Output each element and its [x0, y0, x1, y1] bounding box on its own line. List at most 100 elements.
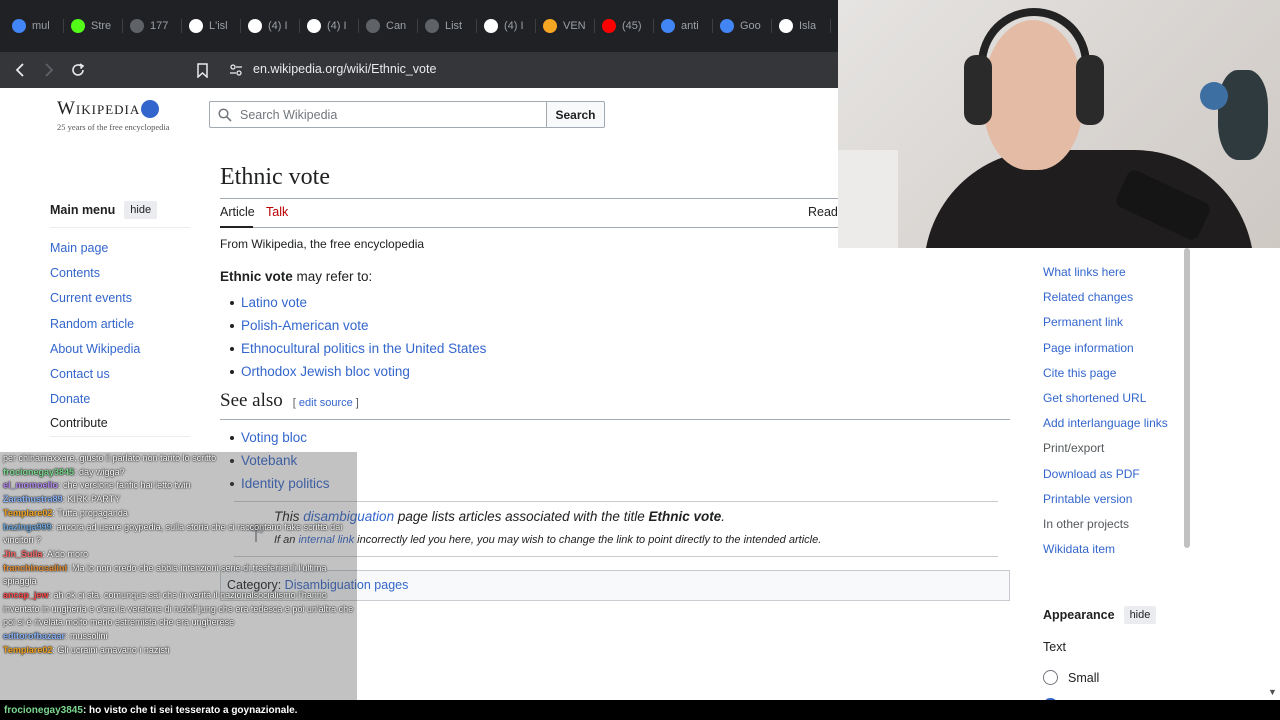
- see-also-link[interactable]: Voting bloc: [226, 426, 1010, 449]
- sun-icon: [543, 19, 557, 33]
- other-project-item[interactable]: Wikidata item: [1043, 537, 1183, 562]
- browser-tab[interactable]: (4) I: [242, 10, 300, 42]
- small-label: Small: [1068, 670, 1100, 685]
- tools-item[interactable]: Cite this page: [1043, 361, 1183, 386]
- browser-tab[interactable]: Goo: [714, 10, 772, 42]
- forward-icon[interactable]: [37, 58, 61, 82]
- other-projects-list: Wikidata item: [1043, 537, 1183, 562]
- chat-message: editorofbazaar: mussolini: [0, 630, 357, 644]
- page-icon: [130, 19, 144, 33]
- tools-item[interactable]: Get shortened URL: [1043, 386, 1183, 411]
- browser-tab[interactable]: (4) I: [301, 10, 359, 42]
- appearance-title: Appearance: [1043, 608, 1115, 622]
- scrollbar-thumb[interactable]: [1184, 248, 1190, 548]
- address-bar[interactable]: en.wikipedia.org/wiki/Ethnic_vote: [253, 62, 436, 76]
- tools-item[interactable]: Page information: [1043, 336, 1183, 361]
- search-button[interactable]: Search: [546, 101, 605, 128]
- translate-icon: [720, 19, 734, 33]
- browser-tab[interactable]: Stre: [65, 10, 123, 42]
- chat-username: frocionegay3845: [3, 466, 75, 477]
- bookmark-icon[interactable]: [193, 58, 211, 82]
- tools-item[interactable]: What links here: [1043, 260, 1183, 285]
- tools-item[interactable]: Related changes: [1043, 285, 1183, 310]
- browser-tab[interactable]: (4) I: [478, 10, 536, 42]
- chat-username: el_momoello: [3, 480, 59, 491]
- chat-username: Templare02: [3, 507, 53, 518]
- google-icon: [661, 19, 675, 33]
- browser-tab[interactable]: mul: [6, 10, 64, 42]
- text-size-small-option[interactable]: Small: [1043, 670, 1183, 685]
- globe-icon: [425, 19, 439, 33]
- tab-read[interactable]: Read: [808, 205, 838, 219]
- browser-nav-bar: en.wikipedia.org/wiki/Ethnic_vote: [0, 52, 838, 88]
- edit-source-link[interactable]: edit source: [299, 397, 353, 409]
- chat-text: : Aldo moro: [42, 548, 89, 559]
- print-item[interactable]: Printable version: [1043, 487, 1183, 512]
- article-link[interactable]: Ethnocultural politics in the United Sta…: [226, 337, 1010, 360]
- x-icon: [307, 19, 321, 33]
- browser-tab[interactable]: List: [419, 10, 477, 42]
- tab-talk[interactable]: Talk: [266, 205, 288, 219]
- intro-bold: Ethnic vote: [220, 269, 293, 284]
- chat-message: Jin_Sulla: Aldo moro: [0, 548, 357, 562]
- tools-menu: What links here Related changes Permanent …: [1043, 260, 1183, 562]
- main-menu-title: Main menu: [50, 203, 116, 217]
- google-icon: [12, 19, 26, 33]
- dab-title: Ethnic vote: [648, 509, 722, 524]
- main-menu-hide-button[interactable]: hide: [124, 201, 158, 219]
- chat-username: Zarathustra89: [3, 494, 63, 505]
- sidebar-item[interactable]: Contact us: [50, 362, 190, 387]
- intro-rest: may refer to:: [292, 269, 373, 284]
- reload-icon[interactable]: [66, 58, 90, 82]
- link-list: Latino vote Polish-American vote Ethnocult…: [226, 291, 1010, 383]
- sidebar-item[interactable]: Contents: [50, 261, 190, 286]
- sidebar-item[interactable]: Main page: [50, 236, 190, 261]
- browser-tab-label: Stre: [91, 20, 112, 32]
- browser-tab[interactable]: anti: [655, 10, 713, 42]
- see-also-title: See also: [220, 390, 283, 411]
- chat-text: : Tutta propaganda: [52, 507, 128, 518]
- chat-message: ancap_jew: ah ok ci sta. comunque sai ch…: [0, 589, 355, 630]
- browser-tab[interactable]: Can: [360, 10, 418, 42]
- appearance-hide-button[interactable]: hide: [1123, 606, 1157, 624]
- article-link[interactable]: Latino vote: [226, 291, 1010, 314]
- site-settings-icon[interactable]: [228, 61, 244, 79]
- browser-tab[interactable]: Isla: [773, 10, 831, 42]
- tools-item[interactable]: Permanent link: [1043, 310, 1183, 335]
- tab-article[interactable]: Article: [220, 205, 255, 228]
- youtube-icon: [602, 19, 616, 33]
- browser-tab[interactable]: 177: [124, 10, 182, 42]
- article-link[interactable]: Orthodox Jewish bloc voting: [226, 360, 1010, 383]
- browser-tab-label: Can: [386, 20, 407, 32]
- browser-tab[interactable]: L'isl: [183, 10, 241, 42]
- chat-username: Templare02: [3, 644, 53, 655]
- article-link[interactable]: Polish-American vote: [226, 314, 1010, 337]
- kick-icon: [71, 19, 85, 33]
- print-item[interactable]: Download as PDF: [1043, 462, 1183, 487]
- chat-message: frocionegay3845: day wigga?: [0, 466, 357, 480]
- webcam-overlay: [838, 0, 1280, 248]
- chat-message: Templare02: Tutta propaganda: [0, 507, 357, 521]
- search-input[interactable]: [240, 107, 530, 122]
- chat-message: bazinga999: ancora ad usare goypedia, su…: [0, 521, 355, 548]
- scroll-down-icon[interactable]: ▼: [1268, 687, 1277, 697]
- back-icon[interactable]: [8, 58, 32, 82]
- sidebar-item[interactable]: Donate: [50, 387, 190, 412]
- chat-message: Templare02: Gli ucraini amavano i nazist…: [0, 644, 357, 658]
- browser-tab[interactable]: (45): [596, 10, 654, 42]
- sidebar-item[interactable]: Random article: [50, 312, 190, 337]
- chat-text: : Gli ucraini amavano i nazisti: [52, 644, 170, 655]
- scrollbar[interactable]: [1180, 248, 1194, 720]
- shelf: [838, 150, 898, 248]
- sidebar-item[interactable]: Current events: [50, 286, 190, 311]
- headphones-right: [1076, 55, 1104, 125]
- chat-text: : mussolini: [65, 631, 108, 642]
- browser-tab[interactable]: VEN: [537, 10, 595, 42]
- wikipedia-logo[interactable]: Wikipedia 25 years of the free encyclope…: [57, 98, 177, 132]
- print-export-heading: Print/export: [1043, 441, 1105, 456]
- radio-small[interactable]: [1043, 670, 1058, 685]
- browser-tab-label: Goo: [740, 20, 761, 32]
- tools-item[interactable]: Add interlanguage links: [1043, 411, 1183, 436]
- sidebar-item[interactable]: About Wikipedia: [50, 337, 190, 362]
- edit-bracket-close: ]: [352, 397, 359, 409]
